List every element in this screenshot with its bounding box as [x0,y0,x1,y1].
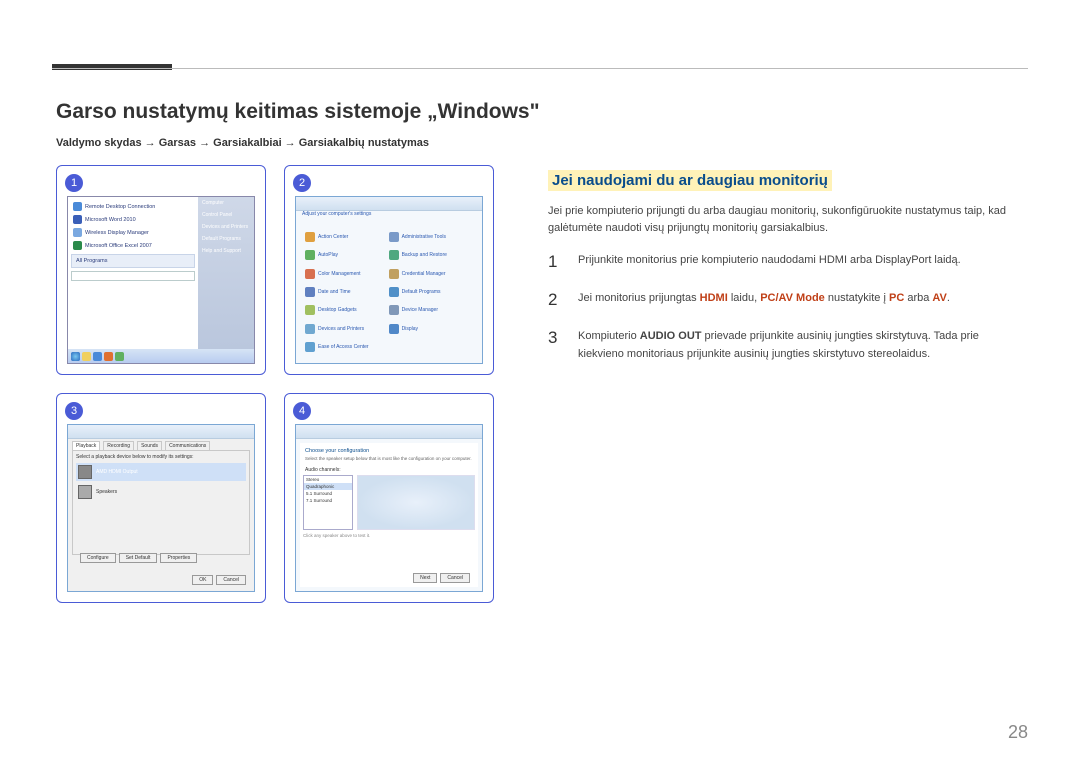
device-speakers: Speakers [96,489,117,495]
audio-channels-label: Audio channels: [303,465,475,475]
step-number: 3 [548,328,562,363]
step-text: Jei monitorius prijungtas HDMI laidu, PC… [578,290,950,310]
taskbar [68,349,254,363]
badge-3: 3 [65,402,83,420]
cp-item: Credential Manager [402,271,446,277]
setdefault-button: Set Default [119,553,158,563]
cp-item: AutoPlay [318,252,338,258]
search-box [71,271,195,281]
start-right-item: Devices and Printers [198,221,254,233]
opt-stereo: Stereo [304,476,352,483]
sound-dialog-mock: Playback Recording Sounds Communications… [67,424,255,592]
cp-item: Date and Time [318,289,351,295]
cp-item: Device Manager [402,307,438,313]
step-2: 2 Jei monitorius prijungtas HDMI laidu, … [548,290,1020,310]
control-panel-mock: Adjust your computer's settings Action C… [295,196,483,364]
section-heading: Jei naudojami du ar daugiau monitorių [548,170,832,191]
bold-audioout: AUDIO OUT [640,330,702,342]
tab-playback: Playback [72,441,100,450]
step-text: Prijunkite monitorius prie kompiuterio n… [578,252,961,272]
screenshot-panel-4: 4 Choose your configuration Select the s… [284,393,494,603]
screenshot-panel-1: 1 Remote Desktop Connection Microsoft Wo… [56,165,266,375]
taskbar-icon [93,352,102,361]
opt-71: 7.1 Surround [304,497,352,504]
badge-1: 1 [65,174,83,192]
breadcrumb: Valdymo skydas → Garsas → Garsiakalbiai … [56,137,429,149]
sound-prompt: Select a playback device below to modify… [76,454,246,460]
device-hdmi: AMD HDMI Output [96,469,138,475]
start-right-item: Control Panel [198,209,254,221]
page-title: Garso nustatymų keitimas sistemoje „Wind… [56,100,540,124]
hl-mode: PC/AV Mode [760,292,825,304]
right-column: Jei naudojami du ar daugiau monitorių Je… [548,170,1020,381]
start-right-item: Computer [198,197,254,209]
properties-button: Properties [160,553,197,563]
tab-sounds: Sounds [137,441,162,450]
all-programs: All Programs [76,258,107,264]
tab-comm: Communications [165,441,210,450]
setup-note: Click any speaker above to test it. [303,533,475,538]
screenshot-panel-2: 2 Adjust your computer's settings Action… [284,165,494,375]
cp-heading: Adjust your computer's settings [302,211,476,217]
taskbar-icon [115,352,124,361]
hl-pc: PC [889,292,904,304]
step-number: 2 [548,290,562,310]
start-item: Remote Desktop Connection [85,204,155,210]
cp-item: Ease of Access Center [318,344,369,350]
step-text: Kompiuterio AUDIO OUT prievade prijunkit… [578,328,1020,363]
cp-item: Action Center [318,234,348,240]
tab-recording: Recording [103,441,134,450]
badge-2: 2 [293,174,311,192]
channel-list: Stereo Quadraphonic 5.1 Surround 7.1 Sur… [303,475,353,530]
screenshot-panel-3: 3 Playback Recording Sounds Communicatio… [56,393,266,603]
cp-item: Devices and Printers [318,326,364,332]
step-3: 3 Kompiuterio AUDIO OUT prievade prijunk… [548,328,1020,363]
screenshots-area: 1 Remote Desktop Connection Microsoft Wo… [56,165,516,603]
step-1: 1 Prijunkite monitorius prie kompiuterio… [548,252,1020,272]
start-orb-icon [71,352,80,361]
cancel-button: Cancel [216,575,246,585]
configure-button: Configure [80,553,116,563]
cp-item: Display [402,326,418,332]
start-item: Wireless Display Manager [85,230,149,236]
speaker-setup-mock: Choose your configuration Select the spe… [295,424,483,592]
header-accent [52,64,172,70]
header-rule [52,68,1028,69]
setup-sub: Select the speaker setup below that is m… [303,456,475,465]
taskbar-icon [104,352,113,361]
setup-title: Choose your configuration [303,446,475,456]
start-right-item: Help and Support [198,245,254,257]
step-number: 1 [548,252,562,272]
page-number: 28 [1008,722,1028,743]
start-item: Microsoft Word 2010 [85,217,136,223]
taskbar-icon [82,352,91,361]
cp-item: Color Management [318,271,361,277]
start-item: Microsoft Office Excel 2007 [85,243,152,249]
ok-button: OK [192,575,213,585]
steps-list: 1 Prijunkite monitorius prie kompiuterio… [548,252,1020,363]
hl-av: AV [932,292,946,304]
opt-quad: Quadraphonic [304,483,352,490]
badge-4: 4 [293,402,311,420]
speaker-diagram [357,475,475,530]
screenshot-grid: 1 Remote Desktop Connection Microsoft Wo… [56,165,516,603]
hl-hdmi: HDMI [700,292,728,304]
next-button: Next [413,573,437,583]
cancel-button: Cancel [440,573,470,583]
opt-51: 5.1 Surround [304,490,352,497]
cp-item: Desktop Gadgets [318,307,357,313]
cp-item: Default Programs [402,289,441,295]
start-menu-mock: Remote Desktop Connection Microsoft Word… [67,196,255,364]
intro-text: Jei prie kompiuterio prijungti du arba d… [548,203,1020,236]
cp-item: Administrative Tools [402,234,446,240]
start-right-item: Default Programs [198,233,254,245]
cp-item: Backup and Restore [402,252,447,258]
